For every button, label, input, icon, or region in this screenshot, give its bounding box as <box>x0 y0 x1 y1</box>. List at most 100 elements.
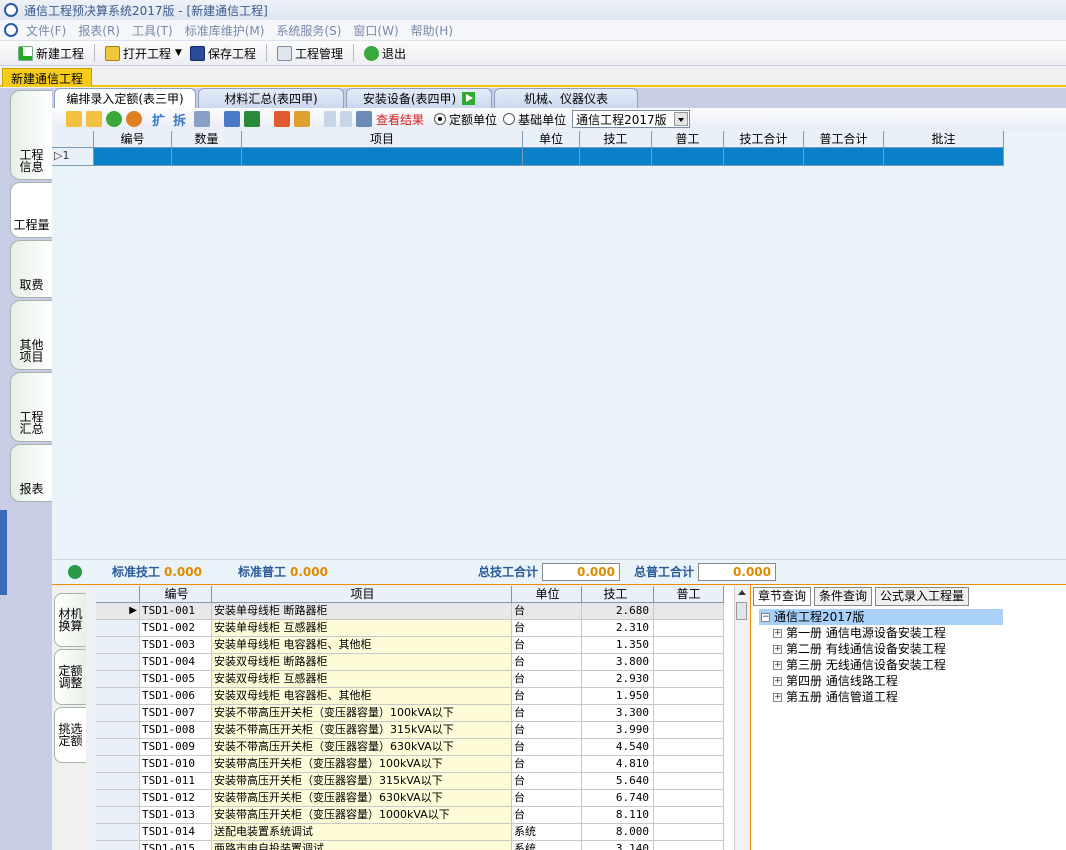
table-row[interactable]: ▷1 <box>52 148 1004 166</box>
list-icon[interactable] <box>356 111 373 127</box>
cell-skilled[interactable]: 8.110 <box>582 807 654 824</box>
dropdown-arrow-icon[interactable]: ▼ <box>175 48 182 58</box>
cell-code[interactable]: TSD1-011 <box>140 773 212 790</box>
cell-item[interactable]: 安装不带高压开关柜（变压器容量）315kVA以下 <box>212 722 512 739</box>
nav-tab-project-info[interactable]: 工程信息 <box>10 90 52 180</box>
cell-code[interactable]: TSD1-002 <box>140 620 212 637</box>
import-icon[interactable] <box>274 111 291 127</box>
cell-general[interactable] <box>654 841 724 850</box>
tab-material-conversion[interactable]: 材机换算 <box>54 593 86 647</box>
expand-icon[interactable]: + <box>773 628 782 638</box>
menu-file[interactable]: 文件(F) <box>26 22 66 39</box>
cell-item[interactable]: 两路市电自投装置调试 <box>212 841 512 850</box>
cell-skilled[interactable]: 2.930 <box>582 671 654 688</box>
col-header-general[interactable]: 普工 <box>652 131 724 148</box>
tree-node[interactable]: + 第五册 通信管道工程 <box>759 689 1003 705</box>
cell-unit[interactable]: 台 <box>512 654 582 671</box>
cell-unit[interactable]: 台 <box>512 705 582 722</box>
row-indicator[interactable] <box>96 756 140 773</box>
row-indicator[interactable] <box>96 739 140 756</box>
menu-help[interactable]: 帮助(H) <box>411 22 453 39</box>
tab-chapter-query[interactable]: 章节查询 <box>753 587 812 606</box>
menu-system-service[interactable]: 系统服务(S) <box>276 22 341 39</box>
menu-std-library[interactable]: 标准库维护(M) <box>185 22 265 39</box>
collapse-icon[interactable]: − <box>761 612 770 622</box>
row-indicator[interactable] <box>96 773 140 790</box>
cell-code[interactable]: TSD1-014 <box>140 824 212 841</box>
row-indicator[interactable] <box>96 705 140 722</box>
radio-circle[interactable] <box>503 113 516 125</box>
cell-skilled[interactable]: 4.540 <box>582 739 654 756</box>
radio-quota-unit[interactable]: 定额单位 <box>434 111 497 128</box>
scroll-thumb[interactable] <box>736 602 747 620</box>
expand-icon[interactable]: + <box>773 660 782 670</box>
cell-skilled[interactable]: 6.740 <box>582 790 654 807</box>
excel-icon[interactable] <box>244 111 261 127</box>
cell-unit[interactable] <box>523 148 580 166</box>
cell-unit[interactable]: 台 <box>512 756 582 773</box>
table-row[interactable]: TSD1-002 安装单母线柜 互感器柜台 2.310 <box>96 620 742 637</box>
delete-icon[interactable] <box>194 111 211 127</box>
tree-node[interactable]: + 第二册 有线通信设备安装工程 <box>759 641 1003 657</box>
tab-condition-query[interactable]: 条件查询 <box>814 587 873 606</box>
cell-unit[interactable]: 系统 <box>512 824 582 841</box>
row-indicator[interactable] <box>96 722 140 739</box>
table-row[interactable]: TSD1-014 送配电装置系统调试 系统 8.000 <box>96 824 742 841</box>
col-header-unit[interactable]: 单位 <box>523 131 580 148</box>
cell-general[interactable] <box>654 739 724 756</box>
cell-item[interactable]: 安装不带高压开关柜（变压器容量）630kVA以下 <box>212 739 512 756</box>
cell-general[interactable] <box>654 722 724 739</box>
table-row[interactable]: TSD1-010 安装带高压开关柜（变压器容量）100kVA以下台 4.810 <box>96 756 742 773</box>
cell-item[interactable]: 安装带高压开关柜（变压器容量）100kVA以下 <box>212 756 512 773</box>
version-select[interactable]: 通信工程2017版 <box>572 110 691 128</box>
cell-unit[interactable]: 台 <box>512 739 582 756</box>
split-button[interactable]: 拆 <box>173 110 186 129</box>
tree-node[interactable]: + 第四册 通信线路工程 <box>759 673 1003 689</box>
table-row[interactable]: TSD1-012 安装带高压开关柜（变压器容量）630kVA以下台 6.740 <box>96 790 742 807</box>
doc-tab-new-project[interactable]: 新建通信工程 <box>2 68 93 87</box>
cell-unit[interactable]: 台 <box>512 688 582 705</box>
cell-code[interactable]: TSD1-010 <box>140 756 212 773</box>
cell-item[interactable]: 安装双母线柜 电容器柜、其他柜 <box>212 688 512 705</box>
export-icon[interactable] <box>294 111 311 127</box>
tab-formula-entry[interactable]: 公式录入工程量 <box>875 587 970 606</box>
cell-item[interactable] <box>242 148 523 166</box>
cell-unit[interactable]: 台 <box>512 773 582 790</box>
menu-report[interactable]: 报表(R) <box>78 22 120 39</box>
table-row[interactable]: TSD1-004 安装双母线柜 断路器柜台 3.800 <box>96 654 742 671</box>
cell-item[interactable]: 安装单母线柜 电容器柜、其他柜 <box>212 637 512 654</box>
cell-unit[interactable]: 台 <box>512 807 582 824</box>
calc-icon[interactable] <box>224 111 241 127</box>
system-menu-icon[interactable] <box>4 23 18 37</box>
cell-item[interactable]: 安装单母线柜 互感器柜 <box>212 620 512 637</box>
cell-skilled[interactable]: 8.000 <box>582 824 654 841</box>
table-row[interactable]: TSD1-005 安装双母线柜 互感器柜台 2.930 <box>96 671 742 688</box>
cell-general[interactable] <box>654 603 724 620</box>
cell-code[interactable]: TSD1-009 <box>140 739 212 756</box>
cell-skilled[interactable]: 2.310 <box>582 620 654 637</box>
cell-general[interactable] <box>654 790 724 807</box>
play-icon[interactable] <box>462 92 476 105</box>
add-row-icon[interactable] <box>86 111 102 127</box>
table-row[interactable]: TSD1-007 安装不带高压开关柜（变压器容量）100kVA以下台 3.300 <box>96 705 742 722</box>
cell-code[interactable] <box>94 148 172 166</box>
tab-material-summary[interactable]: 材料汇总(表四甲) <box>198 88 344 108</box>
tab-machinery-instruments[interactable]: 机械、仪器仪表 <box>494 88 638 108</box>
row-indicator[interactable] <box>96 790 140 807</box>
tab-quota-entry[interactable]: 编排录入定额(表三甲) <box>54 88 196 108</box>
cell-item[interactable]: 安装双母线柜 断路器柜 <box>212 654 512 671</box>
cell-general[interactable] <box>654 688 724 705</box>
cell-skilled[interactable]: 5.640 <box>582 773 654 790</box>
table-row[interactable]: TSD1-006 安装双母线柜 电容器柜、其他柜台 1.950 <box>96 688 742 705</box>
table-row[interactable]: ▶ TSD1-001 安装单母线柜 断路器柜台 2.680 <box>96 603 742 620</box>
cell-general[interactable] <box>654 773 724 790</box>
nav-tab-report[interactable]: 报表 <box>10 444 52 502</box>
cell-unit[interactable]: 台 <box>512 671 582 688</box>
tree-root[interactable]: − 通信工程2017版 <box>759 609 1003 625</box>
cell-general[interactable] <box>654 756 724 773</box>
cell-general[interactable] <box>654 807 724 824</box>
cell-item[interactable]: 安装单母线柜 断路器柜 <box>212 603 512 620</box>
tree-node[interactable]: + 第三册 无线通信设备安装工程 <box>759 657 1003 673</box>
row-indicator[interactable] <box>96 671 140 688</box>
cell-code[interactable]: TSD1-003 <box>140 637 212 654</box>
